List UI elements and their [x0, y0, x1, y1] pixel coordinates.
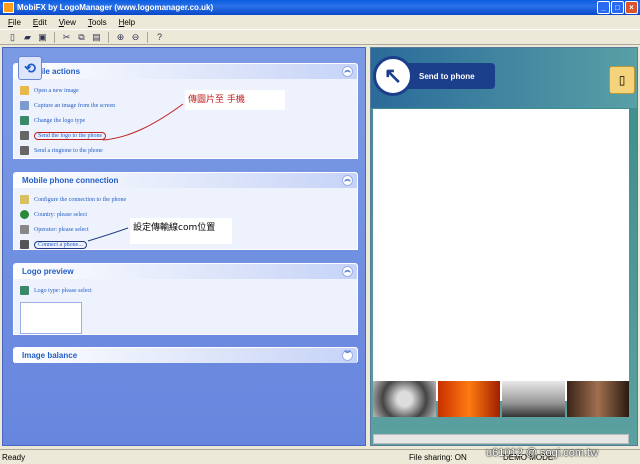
image-balance-title: Image balance	[22, 351, 78, 360]
preview-pane: Send to phone ↖ ▯	[370, 47, 638, 446]
maximize-button[interactable]: □	[611, 1, 624, 14]
app-icon	[3, 2, 14, 13]
toolbar-divider	[54, 31, 55, 43]
menu-tools[interactable]: Tools	[88, 18, 107, 27]
send-arrow-icon[interactable]: ↖	[373, 56, 413, 96]
preview-area	[373, 109, 629, 401]
toolbar-divider	[108, 31, 109, 43]
window-title: MobiFX by LogoManager (www.logomanager.c…	[17, 3, 214, 12]
cut-icon[interactable]: ✂	[60, 31, 73, 43]
horizontal-scrollbar[interactable]	[373, 434, 629, 444]
minimize-button[interactable]: _	[597, 1, 610, 14]
connect-arrow	[87, 227, 129, 242]
fire-thumbnail	[437, 381, 500, 417]
toolbar-divider	[147, 31, 148, 43]
send-header: Send to phone ↖ ▯	[371, 48, 637, 108]
connect-annotation: 設定傳輸線com位置	[130, 218, 232, 244]
logo-preview-box	[20, 302, 82, 334]
menu-file[interactable]: File	[8, 18, 21, 27]
expand-icon[interactable]: ︾	[342, 350, 353, 361]
watermark: u61012 @ sogi.com.tw	[486, 447, 599, 459]
toolbar: ▯ ▰ ▣ ✂ ⧉ ▤ ⊕ ⊖ ?	[0, 29, 640, 45]
image-strip	[373, 381, 629, 417]
menu-view[interactable]: View	[59, 18, 76, 27]
task-pane: ⟲ File actions ︽ Open a new image Captur…	[2, 47, 366, 446]
title-bar: MobiFX by LogoManager (www.logomanager.c…	[0, 0, 640, 15]
copy-icon[interactable]: ⧉	[75, 31, 88, 43]
help-icon[interactable]: ?	[153, 31, 166, 43]
zoom-in-icon[interactable]: ⊕	[114, 31, 127, 43]
portrait-thumbnail	[566, 381, 629, 417]
send-annotation: 傳圖片至 手機	[185, 90, 285, 110]
menu-edit[interactable]: Edit	[33, 18, 47, 27]
image-balance-header[interactable]: Image balance ︾	[14, 348, 357, 363]
image-balance-panel: Image balance ︾	[13, 347, 358, 363]
send-arrow	[102, 103, 184, 141]
save-icon[interactable]: ▣	[36, 31, 49, 43]
phone-icon: ▯	[609, 66, 635, 94]
close-button[interactable]: ×	[625, 1, 638, 14]
paste-icon[interactable]: ▤	[90, 31, 103, 43]
menu-bar: File Edit View Tools Help	[0, 15, 640, 29]
status-file-sharing: File sharing: ON	[409, 452, 467, 462]
zoom-out-icon[interactable]: ⊖	[129, 31, 142, 43]
status-ready: Ready	[2, 452, 26, 462]
car-thumbnail	[502, 381, 565, 417]
annotation-arrows	[87, 103, 184, 242]
menu-help[interactable]: Help	[119, 18, 135, 27]
new-icon[interactable]: ▯	[6, 31, 19, 43]
open-icon[interactable]: ▰	[21, 31, 34, 43]
wheel-thumbnail	[373, 381, 436, 417]
